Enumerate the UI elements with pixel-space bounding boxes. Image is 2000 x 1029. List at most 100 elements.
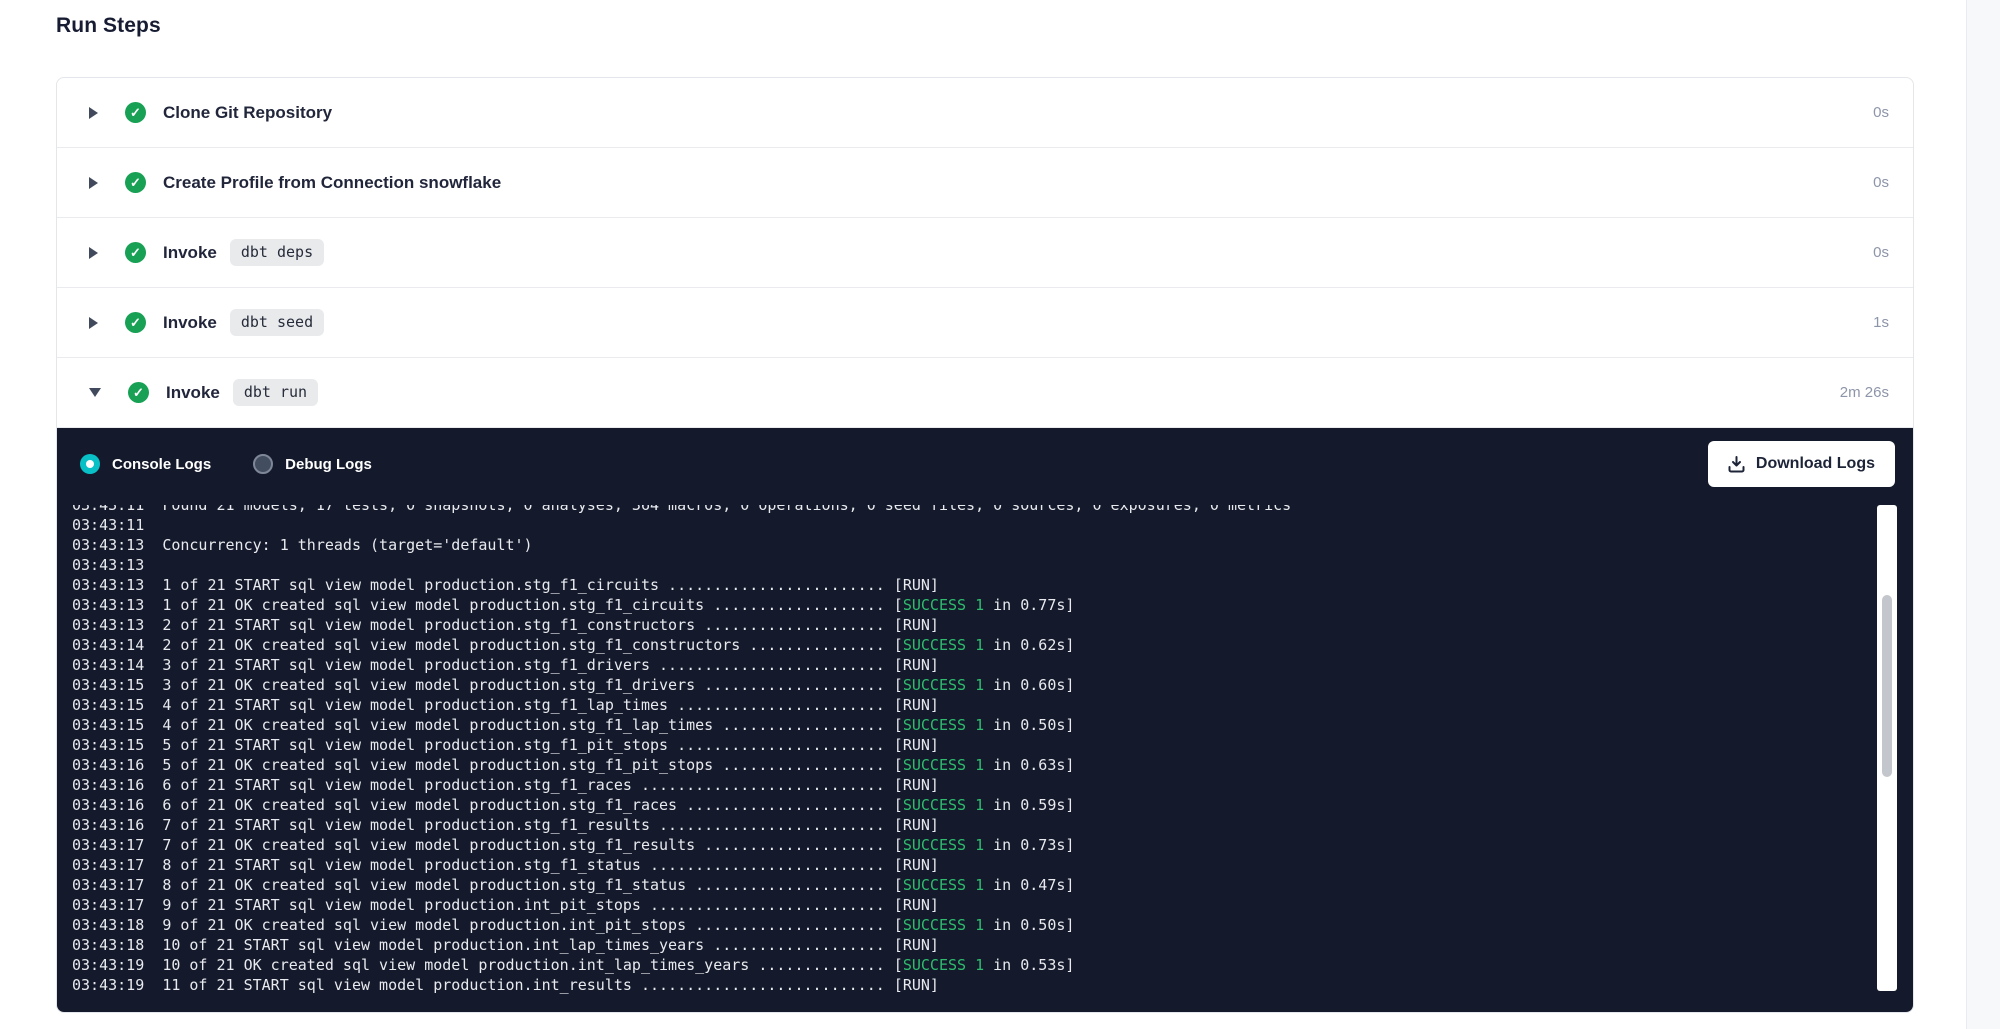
debug-logs-radio[interactable]: Debug Logs: [253, 454, 372, 474]
log-timestamp: 03:43:13: [72, 596, 162, 614]
log-success-status: SUCCESS 1: [903, 796, 984, 814]
download-icon: [1728, 456, 1745, 473]
step-label: Invoke: [163, 243, 217, 263]
console-log-output[interactable]: 03:43:11 Found 21 models, 17 tests, 0 sn…: [57, 505, 1873, 1006]
log-timestamp: 03:43:16: [72, 796, 162, 814]
steps-list: ✓ Clone Git Repository 0s ✓ Create Profile f…: [57, 78, 1913, 428]
step-duration: 0s: [1873, 104, 1889, 121]
step-command-chip: dbt run: [233, 379, 318, 406]
log-line: 03:43:14 2 of 21 OK created sql view mod…: [72, 635, 1873, 655]
step-row-3[interactable]: ✓Invokedbt deps0s: [57, 218, 1913, 288]
log-timestamp: 03:43:13: [72, 536, 162, 554]
log-line: 03:43:13: [72, 555, 1873, 575]
log-timestamp: 03:43:16: [72, 816, 162, 834]
log-success-status: SUCCESS 1: [903, 756, 984, 774]
status-success-icon: ✓: [125, 172, 146, 193]
log-timestamp: 03:43:17: [72, 876, 162, 894]
log-timestamp: 03:43:14: [72, 636, 162, 654]
step-command-chip: dbt seed: [230, 309, 324, 336]
download-logs-button[interactable]: Download Logs: [1708, 441, 1895, 487]
log-line: 03:43:19 10 of 21 OK created sql view mo…: [72, 955, 1873, 975]
step-label: Invoke: [163, 313, 217, 333]
log-timestamp: 03:43:15: [72, 736, 162, 754]
log-timestamp: 03:43:18: [72, 916, 162, 934]
log-line: 03:43:17 8 of 21 START sql view model pr…: [72, 855, 1873, 875]
caret-right-icon[interactable]: [89, 247, 98, 259]
log-line: 03:43:17 7 of 21 OK created sql view mod…: [72, 835, 1873, 855]
step-row-5[interactable]: ✓ Invoke dbt run 2m 26s: [57, 358, 1913, 428]
log-timestamp: 03:43:16: [72, 776, 162, 794]
radio-selected-icon: [80, 454, 100, 474]
step-duration: 1s: [1873, 314, 1889, 331]
log-success-status: SUCCESS 1: [903, 916, 984, 934]
log-scrollbar-thumb[interactable]: [1882, 595, 1892, 777]
log-timestamp: 03:43:17: [72, 896, 162, 914]
log-line: 03:43:17 8 of 21 OK created sql view mod…: [72, 875, 1873, 895]
log-line: 03:43:11 Found 21 models, 17 tests, 0 sn…: [72, 505, 1873, 515]
console-logs-label: Console Logs: [112, 456, 211, 473]
log-success-status: SUCCESS 1: [903, 676, 984, 694]
log-timestamp: 03:43:16: [72, 756, 162, 774]
status-success-icon: ✓: [125, 312, 146, 333]
log-timestamp: 03:43:13: [72, 616, 162, 634]
step-label: Invoke: [166, 383, 220, 403]
status-success-icon: ✓: [125, 102, 146, 123]
log-success-status: SUCCESS 1: [903, 876, 984, 894]
step-row-2[interactable]: ✓ Create Profile from Connection snowflak…: [57, 148, 1913, 218]
log-success-status: SUCCESS 1: [903, 836, 984, 854]
log-line: 03:43:13 1 of 21 START sql view model pr…: [72, 575, 1873, 595]
step-duration: 0s: [1873, 174, 1889, 191]
log-line: 03:43:15 4 of 21 OK created sql view mod…: [72, 715, 1873, 735]
step-duration: 0s: [1873, 244, 1889, 261]
run-steps-card: ✓ Clone Git Repository 0s ✓ Create Profile f…: [56, 77, 1914, 1013]
step-label: Create Profile from Connection snowflake: [163, 173, 501, 193]
log-line: 03:43:14 3 of 21 START sql view model pr…: [72, 655, 1873, 675]
log-line: 03:43:11: [72, 515, 1873, 535]
status-success-icon: ✓: [128, 382, 149, 403]
log-line: 03:43:13 Concurrency: 1 threads (target=…: [72, 535, 1873, 555]
step-row-4[interactable]: ✓ Invoke dbt seed 1s: [57, 288, 1913, 358]
log-success-status: SUCCESS 1: [903, 716, 984, 734]
caret-right-icon[interactable]: [89, 107, 98, 119]
log-timestamp: 03:43:13: [72, 576, 162, 594]
log-success-status: SUCCESS 1: [903, 596, 984, 614]
log-timestamp: 03:43:18: [72, 936, 162, 954]
step-row-1[interactable]: ✓ Clone Git Repository 0s: [57, 78, 1913, 148]
log-panel-header: Console Logs Debug Logs Download Logs: [57, 428, 1913, 500]
caret-down-icon[interactable]: [89, 388, 101, 397]
log-line: 03:43:16 6 of 21 OK created sql view mod…: [72, 795, 1873, 815]
page-title: Run Steps: [56, 14, 161, 38]
log-timestamp: 03:43:17: [72, 856, 162, 874]
log-line: 03:43:17 9 of 21 START sql view model pr…: [72, 895, 1873, 915]
log-timestamp: 03:43:15: [72, 716, 162, 734]
download-logs-label: Download Logs: [1756, 455, 1875, 473]
page-right-gutter: [1966, 0, 2000, 1029]
log-scrollbar[interactable]: [1877, 505, 1897, 991]
caret-right-icon[interactable]: [89, 317, 98, 329]
log-timestamp: 03:43:17: [72, 836, 162, 854]
debug-logs-label: Debug Logs: [285, 456, 372, 473]
log-success-status: SUCCESS 1: [903, 956, 984, 974]
log-line: 03:43:19 11 of 21 START sql view model p…: [72, 975, 1873, 995]
log-line: 03:43:15 5 of 21 START sql view model pr…: [72, 735, 1873, 755]
log-timestamp: 03:43:13: [72, 556, 162, 574]
log-timestamp: 03:43:11: [72, 505, 162, 514]
log-line: 03:43:15 3 of 21 OK created sql view mod…: [72, 675, 1873, 695]
radio-unselected-icon: [253, 454, 273, 474]
log-timestamp: 03:43:15: [72, 696, 162, 714]
log-line: 03:43:18 10 of 21 START sql view model p…: [72, 935, 1873, 955]
log-line: 03:43:13 1 of 21 OK created sql view mod…: [72, 595, 1873, 615]
step-label: Clone Git Repository: [163, 103, 332, 123]
step-duration: 2m 26s: [1840, 384, 1889, 401]
log-success-status: SUCCESS 1: [903, 636, 984, 654]
log-line: 03:43:16 7 of 21 START sql view model pr…: [72, 815, 1873, 835]
log-panel: Console Logs Debug Logs Download Logs 03…: [57, 428, 1913, 1012]
log-line: 03:43:18 9 of 21 OK created sql view mod…: [72, 915, 1873, 935]
caret-right-icon[interactable]: [89, 177, 98, 189]
log-line: 03:43:16 6 of 21 START sql view model pr…: [72, 775, 1873, 795]
log-timestamp: 03:43:19: [72, 976, 162, 994]
log-line: 03:43:15 4 of 21 START sql view model pr…: [72, 695, 1873, 715]
log-timestamp: 03:43:11: [72, 516, 162, 534]
console-logs-radio[interactable]: Console Logs: [80, 454, 211, 474]
log-timestamp: 03:43:19: [72, 956, 162, 974]
